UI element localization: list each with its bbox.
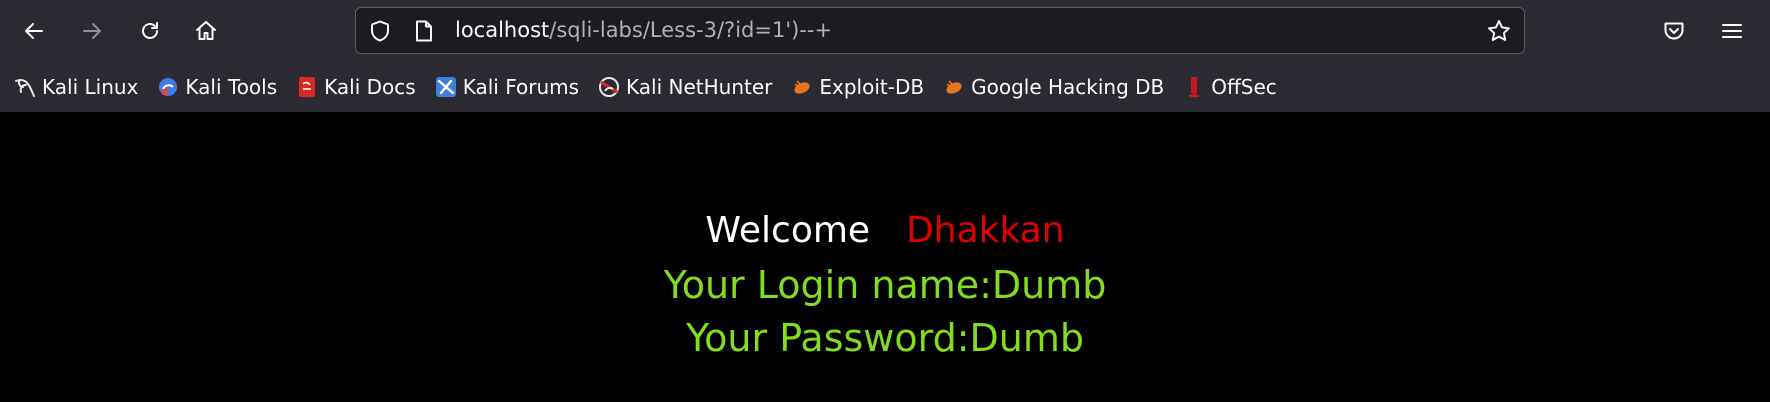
exploit-db-icon: [791, 76, 813, 98]
home-icon: [196, 21, 216, 40]
arrow-left-icon: [25, 23, 43, 39]
bookmarks-toolbar: Kali Linux Kali Tools Kali Docs Kali For…: [0, 66, 1282, 108]
url-text[interactable]: localhost/sqli-labs/Less-3/?id=1')--+: [455, 8, 832, 53]
nav-toolbar: localhost/sqli-labs/Less-3/?id=1')--+: [0, 0, 1770, 62]
ghdb-icon: [943, 76, 965, 98]
kali-docs-icon: [296, 76, 318, 98]
home-button[interactable]: [184, 9, 228, 53]
page-info-icon[interactable]: [414, 20, 434, 46]
address-bar[interactable]: localhost/sqli-labs/Less-3/?id=1')--+: [355, 7, 1525, 54]
bookmark-label: OffSec: [1211, 75, 1277, 99]
page-content: Welcome Dhakkan Your Login name:Dumb Your…: [0, 112, 1770, 402]
welcome-text: Welcome: [705, 210, 871, 251]
bookmark-label: Kali Linux: [42, 75, 139, 99]
bookmark-kali-docs[interactable]: Kali Docs: [282, 66, 421, 108]
bookmark-kali-forums[interactable]: Kali Forums: [421, 66, 584, 108]
kali-dragon-icon: [14, 76, 36, 98]
welcome-name: Dhakkan: [906, 210, 1065, 251]
bookmark-kali-tools[interactable]: Kali Tools: [143, 66, 282, 108]
pocket-button[interactable]: [1652, 9, 1696, 53]
forward-button[interactable]: [70, 9, 114, 53]
kali-forums-icon: [435, 76, 457, 98]
tracking-protection-shield-icon[interactable]: [368, 19, 392, 47]
url-path: /sqli-labs/Less-3/?id=1')--+: [549, 18, 833, 42]
bookmark-label: Kali Forums: [462, 75, 580, 99]
bookmark-exploit-db[interactable]: Exploit-DB: [777, 66, 929, 108]
bookmark-label: Kali NetHunter: [626, 75, 773, 99]
back-button[interactable]: [12, 9, 56, 53]
offsec-icon: [1183, 76, 1205, 98]
password-text: Your Password:Dumb: [686, 316, 1084, 360]
arrow-right-icon: [83, 23, 101, 39]
reload-button[interactable]: [128, 9, 172, 53]
pocket-icon: [1664, 22, 1684, 40]
bookmark-label: Kali Docs: [324, 75, 416, 99]
menu-button[interactable]: [1710, 9, 1754, 53]
bookmark-star-icon[interactable]: [1486, 18, 1512, 48]
bookmark-kali-nethunter[interactable]: Kali NetHunter: [584, 66, 777, 108]
hamburger-menu-icon: [1722, 24, 1742, 38]
login-name-text: Your Login name:Dumb: [663, 263, 1107, 307]
bookmark-google-hacking-db[interactable]: Google Hacking DB: [929, 66, 1169, 108]
bookmark-label: Google Hacking DB: [971, 75, 1165, 99]
welcome-line: Welcome Dhakkan: [0, 210, 1770, 252]
kali-tools-icon: [157, 76, 179, 98]
reload-icon: [142, 22, 158, 39]
bookmark-label: Exploit-DB: [819, 75, 925, 99]
bookmark-kali-linux[interactable]: Kali Linux: [0, 66, 143, 108]
browser-chrome: localhost/sqli-labs/Less-3/?id=1')--+ Ka…: [0, 0, 1770, 112]
url-host: localhost: [455, 18, 550, 42]
kali-nethunter-icon: [598, 76, 620, 98]
bookmark-label: Kali Tools: [185, 75, 278, 99]
bookmark-offsec[interactable]: OffSec: [1169, 66, 1282, 108]
